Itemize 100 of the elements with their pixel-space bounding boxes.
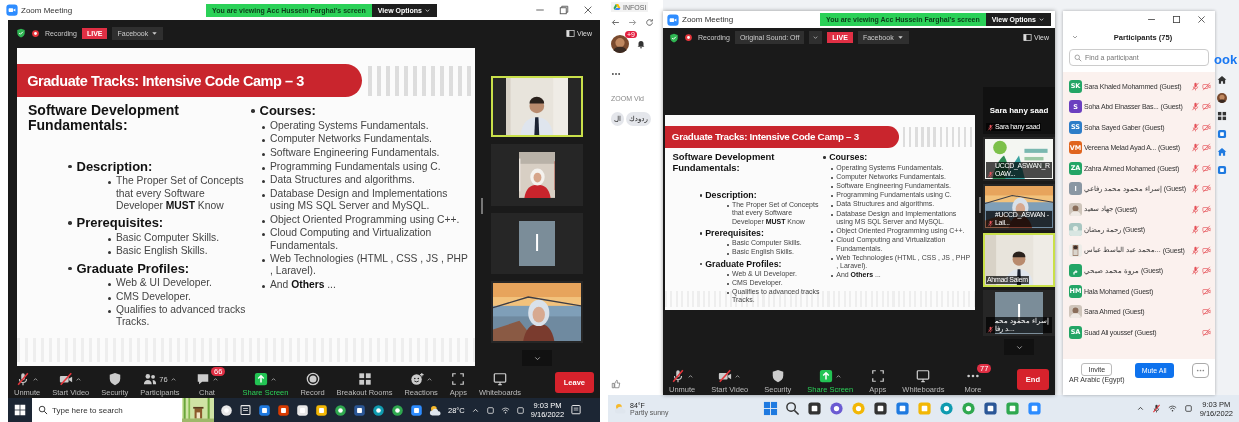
smiley-icon [409,372,424,386]
record-icon [305,372,320,386]
caret-icon [896,34,904,41]
slide-heading: Software Development Fundamentals: [672,152,776,174]
list-item: The Proper Set of Concepts that every Software Developer MUST Know [116,175,245,212]
course-item: Cloud Computing and Virtualization Fundamentals. [270,227,433,252]
site-logo: ook [1214,52,1238,67]
thumbs-up-icon[interactable] [611,379,621,389]
participant-name: Sara hany saad [989,106,1049,115]
caret-icon[interactable] [686,372,694,380]
list-item: Basic Computer Skills. [116,231,219,245]
caret-icon[interactable] [425,375,433,383]
reload-icon[interactable] [645,18,654,27]
grid-icon[interactable] [1217,111,1227,121]
bullet-icon [108,283,111,287]
bullet-icon [108,181,111,185]
course-item: Software Engineering Fundamentals. [270,147,440,160]
splitter-handle[interactable] [481,198,483,214]
bullet-icon [251,109,255,113]
bullet-icon [262,180,265,184]
list-item: CMS Developer. [116,290,191,303]
windows-logo-icon[interactable] [14,404,26,416]
window-title: Zoom Meeting [682,15,734,24]
caret-icon[interactable] [211,375,219,383]
back-icon[interactable] [611,18,620,27]
grid-icon [357,372,372,386]
chat-bubble-icon [195,372,210,386]
slide-title: Graduate Tracks: Intensive Code Camp – 3 [670,131,859,143]
course-item: Object Oriented Programming using C++. [270,213,460,226]
caret-icon[interactable] [834,372,842,380]
section-heading: Courses: [259,103,316,119]
shield-check-icon [669,32,679,43]
bullet-icon [699,194,702,197]
course-item: Web Technologies (HTML , CSS , JS , PHP , Laravel). [270,253,469,278]
section-heading: Graduate Profiles: [76,260,190,277]
microphone-icon[interactable] [1151,404,1161,413]
caret-icon[interactable] [269,375,277,383]
network-icon[interactable] [1167,404,1177,413]
search-icon [1074,53,1082,62]
course-item: Database Design and Implementations using MS SQL Server and MySQL. [270,188,449,213]
caret-icon[interactable] [1135,404,1145,413]
tray-icon[interactable] [515,405,525,415]
course-item: Data Structures and algorithms. [270,174,415,187]
caret-icon[interactable] [734,372,742,380]
caret-icon[interactable] [169,375,177,383]
section-heading: Description: [705,190,757,201]
record-icon [31,28,40,38]
window-title: Zoom Meeting [21,5,73,15]
restore-icon[interactable] [558,4,570,16]
people-icon [143,372,158,386]
tray-icon[interactable] [485,405,495,415]
shield-check-icon [16,28,26,38]
apps-icon [451,372,466,386]
section-heading: Prerequisites: [76,215,164,231]
forward-icon[interactable] [628,18,637,27]
course-item: Operating Systems Fundamentals. [270,119,429,132]
slide-title: Graduate Tracks: Intensive Code Camp – 3 [26,72,304,89]
bullet-icon [823,156,826,159]
section-heading: Description: [76,158,153,175]
bullet-icon [108,296,111,300]
bullet-icon [262,194,265,198]
caret-icon [812,34,820,41]
shield-icon [770,369,785,383]
caret-icon [424,6,431,14]
close-icon[interactable] [582,4,594,16]
course-item: Computer Networks Fundamentals. [270,133,432,146]
bullet-icon [108,251,111,255]
caret-icon[interactable] [75,375,83,383]
bullet-icon [68,164,72,169]
bell-icon[interactable] [636,39,646,49]
caret-icon[interactable] [31,375,39,383]
notification-icon[interactable] [570,404,583,416]
shield-icon [107,372,122,386]
network-icon[interactable] [500,405,510,415]
maximize-icon[interactable] [1171,14,1182,25]
search-field[interactable]: Type here to search [32,398,182,422]
section-heading: Prerequisites: [705,228,764,239]
store-icon[interactable] [1217,147,1227,157]
monitor-icon [916,369,931,383]
mic-off-icon [670,369,685,383]
bullet-icon [68,221,72,225]
close-icon[interactable] [1196,14,1207,25]
bullet-icon [262,125,265,129]
bullet-icon [262,219,265,223]
tray-icon[interactable] [1183,404,1193,413]
section-heading: Graduate Profiles: [705,259,782,270]
bullet-icon [68,266,72,271]
layout-icon [565,28,575,38]
caret-icon [1038,16,1045,23]
avatar: ا [518,220,556,267]
zoom-logo-icon [6,4,18,16]
bullet-icon [262,259,265,263]
course-item: And Others ... [270,279,336,292]
monitor-icon [492,372,507,386]
course-item: Programming Fundamentals using C. [270,160,441,173]
bullet-icon [262,153,265,157]
camera-off-icon [59,372,74,386]
home-icon[interactable] [1217,75,1227,85]
slide-heading: Software Development Fundamentals: [28,103,180,134]
splitter-handle[interactable] [979,197,981,213]
